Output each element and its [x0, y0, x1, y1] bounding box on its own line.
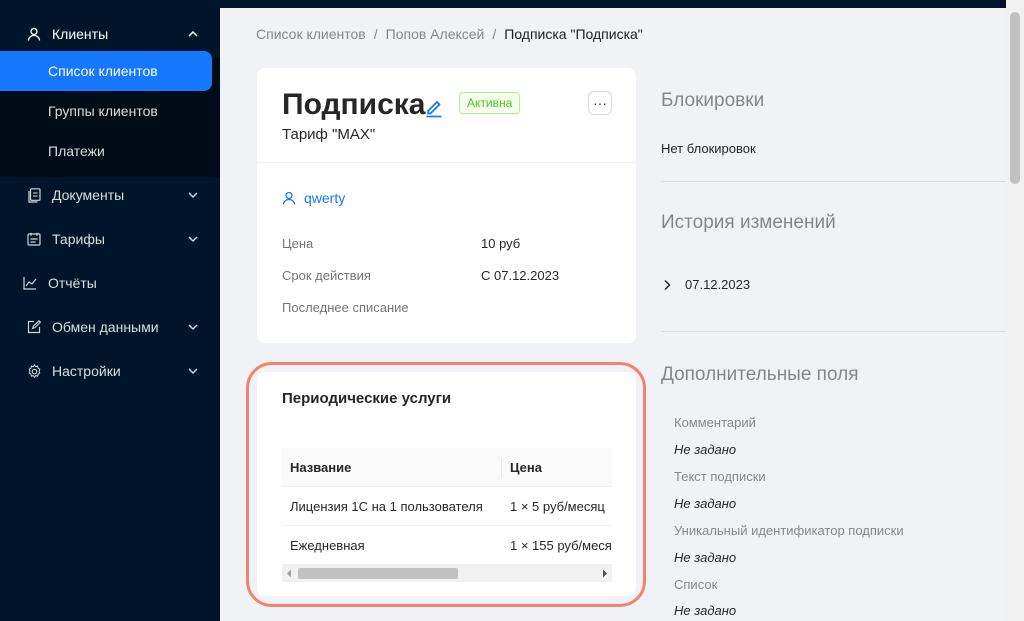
periodic-services-title: Периодические услуги — [282, 390, 452, 407]
sidebar-item-label: Группы клиентов — [48, 103, 158, 119]
validity-label: Срок действия — [282, 268, 371, 283]
chevron-down-icon — [188, 368, 198, 375]
chevron-down-icon — [188, 324, 198, 331]
table-header: Название Цена — [282, 448, 612, 487]
breadcrumb: Список клиентов / Попов Алексей / Подписка "… — [256, 26, 643, 42]
price-value: 10 руб — [481, 236, 521, 251]
nav-documents[interactable]: Документы — [0, 175, 220, 215]
blocks-empty-text: Нет блокировок — [661, 141, 756, 156]
extra-fields-heading: Дополнительные поля — [661, 364, 859, 385]
comment-label: Комментарий — [674, 415, 756, 430]
subscription-card: Подписка Активна ··· Тариф "MAX" qwerty … — [257, 68, 636, 343]
nav-clients[interactable]: Клиенты — [0, 14, 220, 54]
blocks-heading: Блокировки — [661, 90, 765, 111]
column-header-price[interactable]: Цена — [510, 460, 542, 475]
pencil-icon[interactable] — [425, 98, 443, 118]
subscription-text-value: Не задано — [674, 496, 737, 511]
nav-clients-label: Клиенты — [52, 26, 109, 42]
vertical-scrollbar[interactable] — [1006, 0, 1024, 621]
sidebar-item-label: Платежи — [48, 143, 105, 159]
cell-price: 1 × 155 руб/месяц — [510, 538, 612, 553]
sidebar-item-client-list[interactable]: Список клиентов — [0, 51, 212, 91]
chevron-down-icon — [188, 192, 198, 199]
nav-tariffs-label: Тарифы — [52, 231, 105, 247]
gear-icon — [26, 363, 42, 379]
scroll-left-icon[interactable] — [286, 569, 292, 578]
document-icon — [26, 187, 42, 203]
breadcrumb-client-list[interactable]: Список клиентов — [256, 26, 366, 42]
top-header-strip — [220, 0, 1006, 8]
list-value: Не задано — [674, 603, 737, 618]
price-label: Цена — [282, 236, 314, 251]
section-divider — [661, 181, 1006, 182]
section-divider — [661, 331, 1006, 332]
table-row[interactable]: Лицензия 1С на 1 пользователя 1 × 5 руб/… — [282, 487, 612, 526]
nav-tariffs[interactable]: Тарифы — [0, 219, 220, 259]
chevron-up-icon — [188, 30, 198, 37]
nav-settings-label: Настройки — [52, 363, 121, 379]
validity-value: С 07.12.2023 — [481, 268, 560, 283]
nav-documents-label: Документы — [52, 187, 125, 203]
cell-name: Ежедневная — [290, 538, 365, 553]
user-icon — [282, 191, 296, 205]
sidebar-item-label: Список клиентов — [48, 63, 158, 79]
cell-name: Лицензия 1С на 1 пользователя — [290, 499, 483, 514]
chevron-down-icon — [188, 236, 198, 243]
scroll-right-icon[interactable] — [602, 569, 608, 578]
column-divider — [501, 458, 502, 478]
nav-reports[interactable]: Отчёты — [0, 263, 220, 303]
nav-data-exchange[interactable]: Обмен данными — [0, 307, 220, 347]
edit-square-icon — [26, 319, 42, 335]
column-header-name[interactable]: Название — [290, 460, 351, 475]
periodic-services-card: Периодические услуги Название Цена Лицен… — [257, 372, 636, 596]
services-table: Название Цена Лицензия 1С на 1 пользоват… — [282, 448, 612, 582]
scrollbar-thumb[interactable] — [1010, 12, 1020, 184]
breadcrumb-separator: / — [373, 26, 378, 42]
sidebar-item-payments[interactable]: Платежи — [0, 131, 212, 171]
unique-id-value: Не задано — [674, 550, 737, 565]
unique-id-label: Уникальный идентификатор подписки — [674, 523, 904, 538]
scrollbar-thumb[interactable] — [298, 568, 458, 579]
breadcrumb-current: Подписка "Подписка" — [504, 26, 643, 42]
history-item-date: 07.12.2023 — [685, 277, 751, 292]
breadcrumb-client[interactable]: Попов Алексей — [386, 26, 485, 42]
sidebar-item-client-groups[interactable]: Группы клиентов — [0, 91, 212, 131]
tariff-subtitle: Тариф "MAX" — [282, 126, 376, 143]
nav-settings[interactable]: Настройки — [0, 351, 220, 391]
list-label: Список — [674, 577, 718, 592]
chart-icon — [22, 275, 38, 291]
cell-price: 1 × 5 руб/месяц — [510, 499, 605, 514]
breadcrumb-separator: / — [492, 26, 497, 42]
table-row[interactable]: Ежедневная 1 × 155 руб/месяц — [282, 526, 612, 565]
sidebar: Клиенты Список клиентов Группы клиентов … — [0, 0, 220, 621]
comment-value: Не задано — [674, 442, 737, 457]
subscription-text-label: Текст подписки — [674, 469, 766, 484]
nav-reports-label: Отчёты — [48, 275, 97, 291]
last-charge-label: Последнее списание — [282, 300, 409, 315]
history-heading: История изменений — [661, 212, 836, 233]
nav-data-exchange-label: Обмен данными — [52, 319, 159, 335]
tariff-icon — [26, 231, 42, 247]
user-icon — [26, 26, 42, 42]
user-link-label: qwerty — [304, 190, 346, 206]
status-badge: Активна — [459, 92, 521, 114]
chevron-right-icon — [664, 279, 671, 291]
card-divider — [257, 162, 636, 163]
horizontal-scrollbar[interactable] — [282, 565, 612, 582]
page-title: Подписка — [282, 88, 426, 121]
more-actions-button[interactable]: ··· — [588, 91, 612, 115]
user-link[interactable]: qwerty — [282, 190, 345, 206]
